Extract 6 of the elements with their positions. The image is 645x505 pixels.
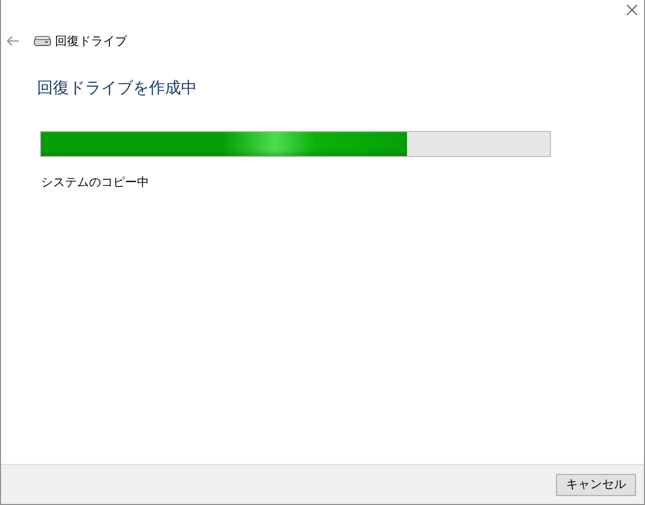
back-arrow-icon[interactable] (6, 35, 20, 47)
cancel-button[interactable]: キャンセル (556, 474, 636, 496)
status-text: システムのコピー中 (41, 174, 149, 191)
window-title: 回復ドライブ (55, 32, 127, 50)
page-heading: 回復ドライブを作成中 (37, 78, 198, 99)
drive-icon (34, 36, 51, 46)
